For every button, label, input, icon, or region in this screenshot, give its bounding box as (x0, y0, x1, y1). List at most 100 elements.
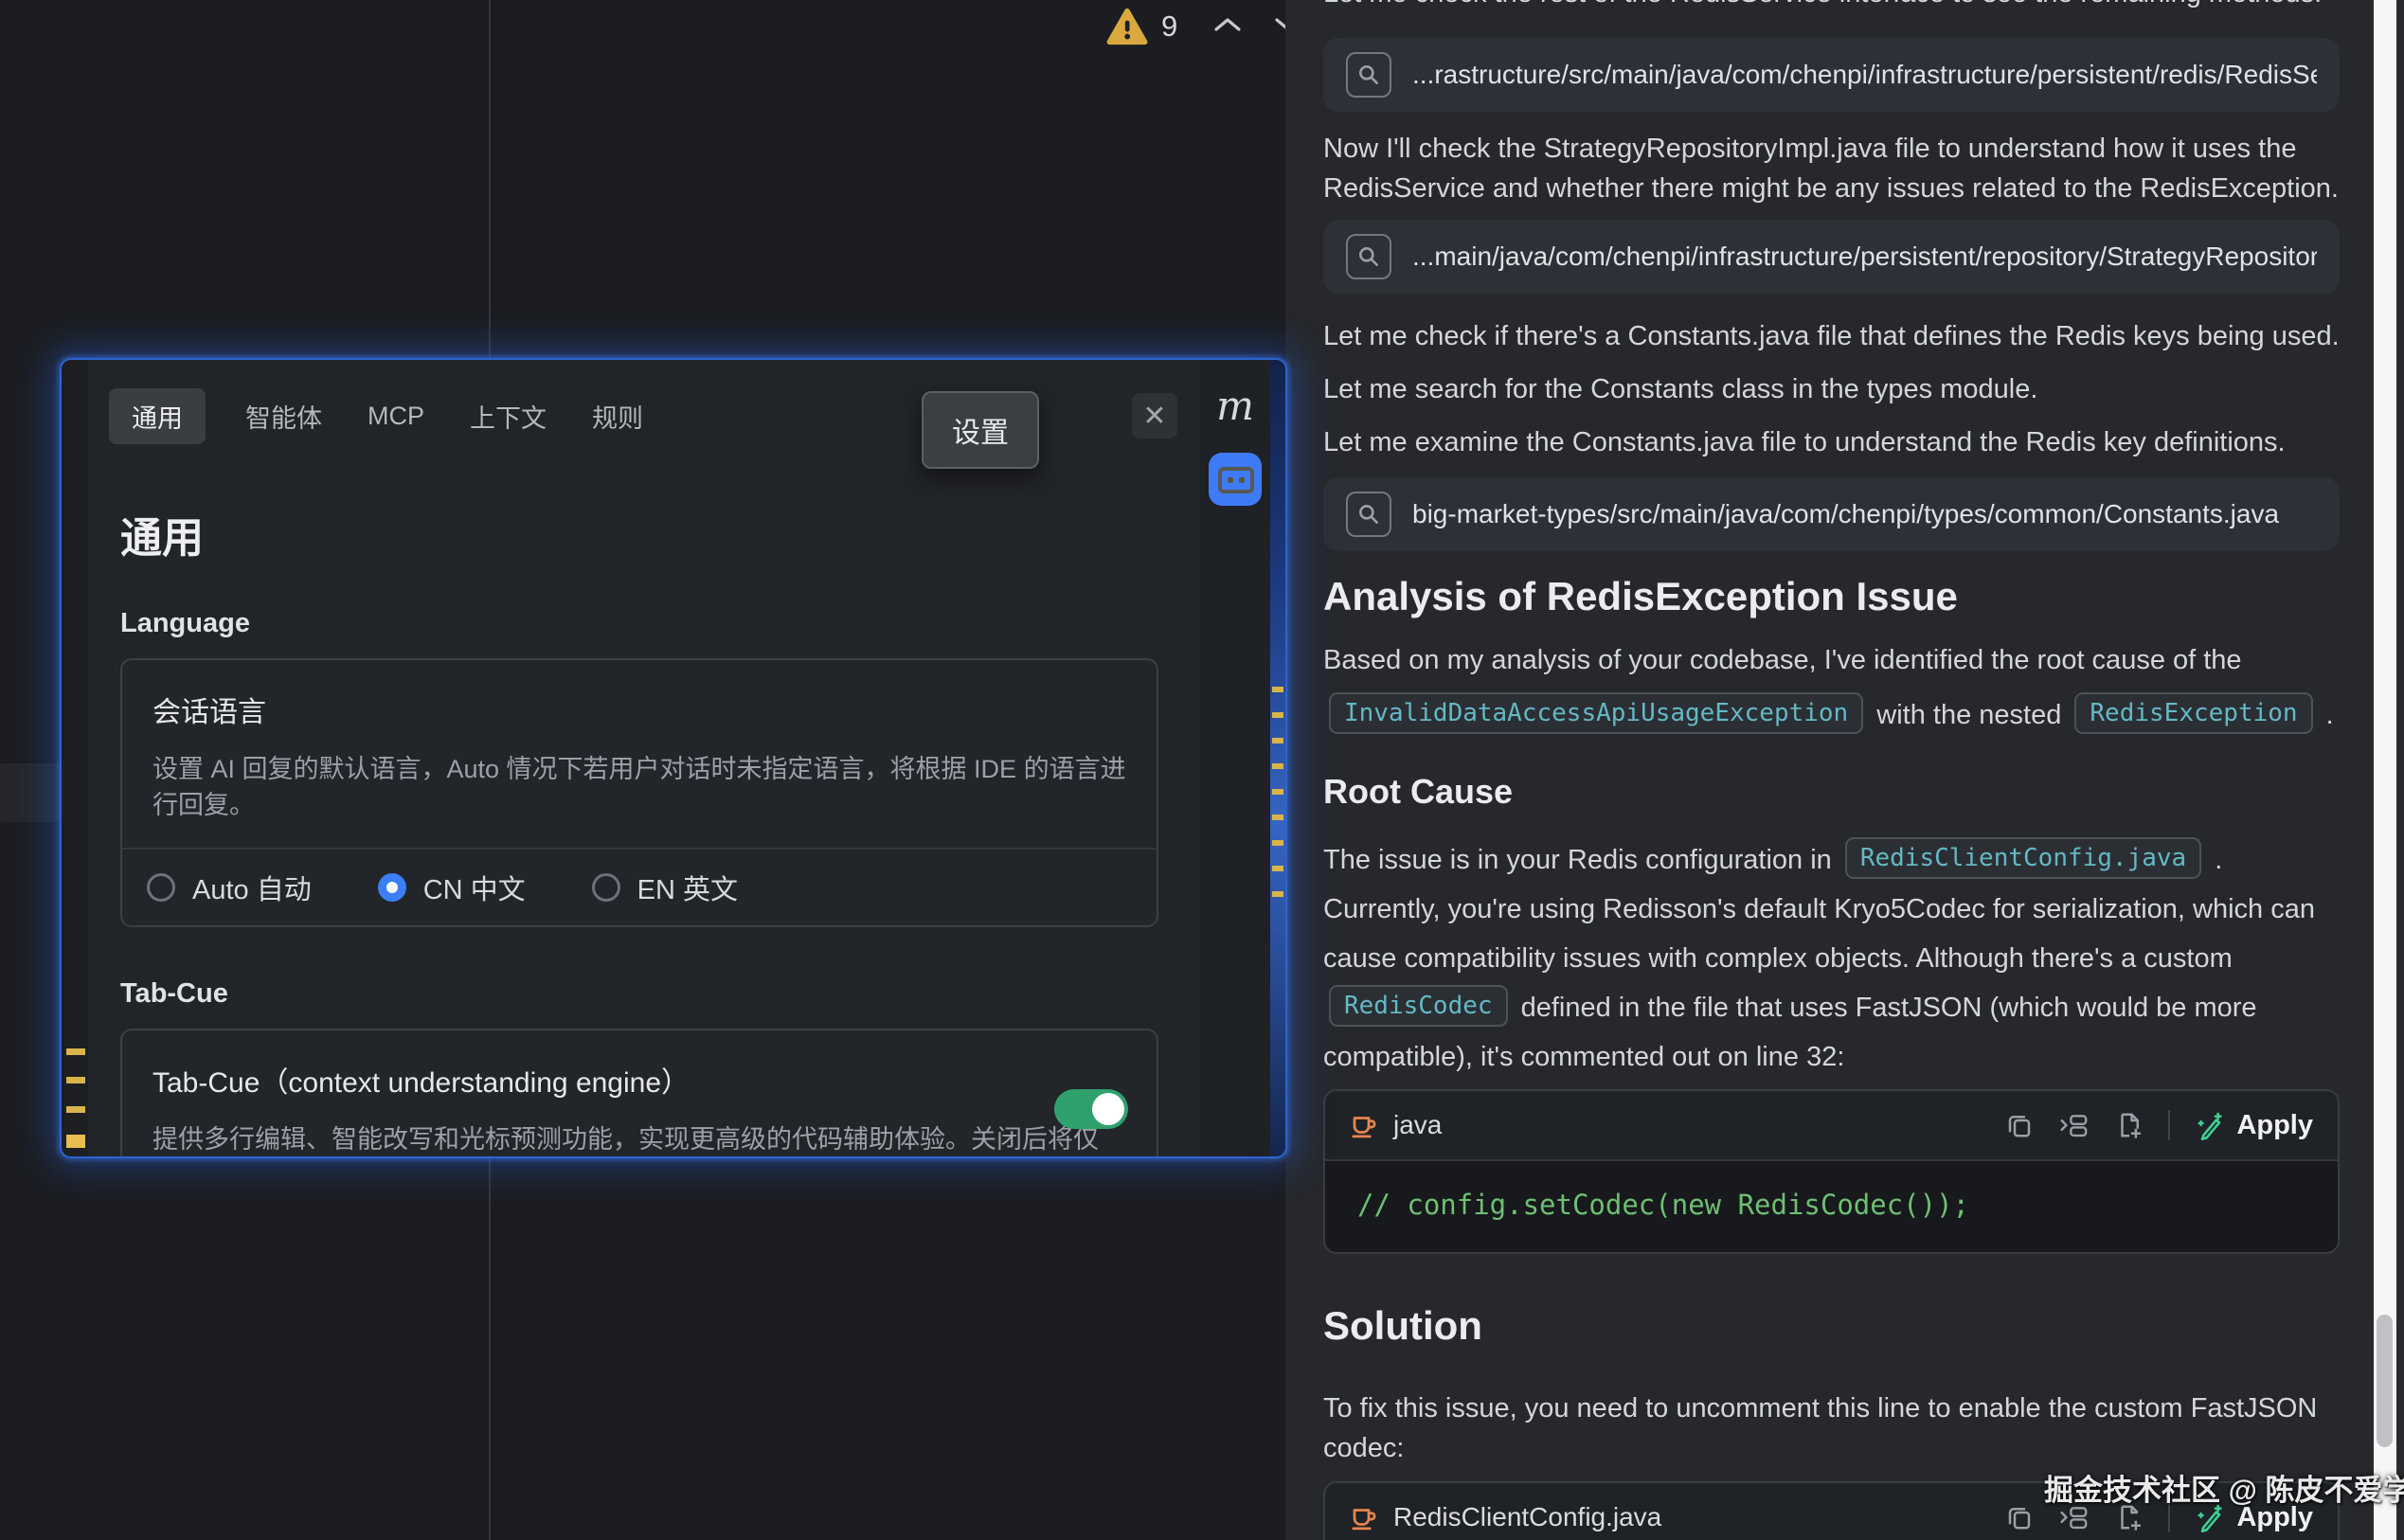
warning-mark (1272, 763, 1283, 769)
window-right-edge (2396, 0, 2404, 1540)
java-icon (1350, 1111, 1378, 1139)
session-language-title: 会话语言 (152, 689, 1126, 730)
radio-en[interactable]: EN 英文 (592, 868, 738, 907)
close-icon[interactable]: ✕ (1132, 393, 1177, 439)
robot-face-icon (1218, 467, 1254, 493)
apply-label: Apply (2236, 1110, 2313, 1141)
file-result-chip[interactable]: big-market-types/src/main/java/com/chenp… (1323, 477, 2340, 551)
editor-highlight-band (0, 763, 60, 822)
settings-tooltip-button[interactable]: 设置 (922, 391, 1039, 469)
copy-icon[interactable] (2005, 1111, 2034, 1139)
search-icon (1346, 492, 1391, 537)
editor-scrollbar-glow (1270, 360, 1285, 1156)
radio-label: Auto 自动 (192, 868, 312, 907)
chat-paragraph: Let me search for the Constants class in… (1323, 369, 2340, 409)
problems-widget: 9 (1106, 8, 1312, 45)
java-icon (1350, 1503, 1378, 1531)
radio-circle (147, 873, 175, 902)
insert-to-editor-icon[interactable] (2058, 1111, 2090, 1139)
chat-paragraph: Let me check if there's a Constants.java… (1323, 316, 2340, 356)
inline-code-chip: RedisException (2074, 692, 2312, 734)
chat-paragraph: Based on my analysis of your codebase, I… (1323, 633, 2340, 743)
file-path: big-market-types/src/main/java/com/chenp… (1412, 499, 2279, 529)
warning-mark (1272, 789, 1283, 795)
file-path: ...main/java/com/chenpi/infrastructure/p… (1412, 242, 2317, 272)
text-run: Based on my analysis of your codebase, I… (1323, 645, 2242, 675)
apply-button[interactable]: Apply (2195, 1110, 2313, 1141)
tab-agent[interactable]: 智能体 (240, 388, 328, 444)
dialog-left-gutter (62, 360, 88, 1156)
warning-icon (1106, 8, 1148, 45)
chat-paragraph: To fix this issue, you need to uncomment… (1323, 1388, 2340, 1468)
radio-cn[interactable]: CN 中文 (378, 868, 526, 907)
warning-mark (1272, 866, 1283, 871)
radio-circle (592, 873, 620, 902)
warning-mark (66, 1106, 85, 1113)
session-language-card: 会话语言 设置 AI 回复的默认语言，Auto 情况下若用户对话时未指定语言，将… (120, 658, 1158, 927)
tab-general[interactable]: 通用 (109, 388, 206, 444)
chat-paragraph: The issue is in your Redis configuration… (1323, 835, 2340, 1082)
chat-scrollbar-track (2374, 0, 2396, 1540)
code-block-java: java (1323, 1089, 2340, 1254)
tabcue-title: Tab-Cue（context understanding engine） (152, 1059, 1126, 1101)
text-run: The issue is in your Redis configuration… (1323, 845, 1839, 875)
code-block-body: // config.setCodec(new RedisCodec()); (1325, 1161, 2338, 1252)
chat-paragraph: Let me examine the Constants.java file t… (1323, 422, 2340, 462)
app-window: 9 Let me check the rest of the RedisServ… (0, 0, 2404, 1540)
tab-context[interactable]: 上下文 (464, 388, 552, 444)
radio-label: CN 中文 (423, 868, 526, 907)
code-line: // config.setCodec(new RedisCodec()); (1357, 1189, 1969, 1221)
tabcue-description: 提供多行编辑、智能改写和光标预测功能，实现更高级的代码辅助体验。关闭后将仅保留基… (152, 1121, 1109, 1158)
analysis-heading: Analysis of RedisException Issue (1323, 572, 2340, 621)
warning-mark (1272, 738, 1283, 743)
text-run: with the nested (1869, 700, 2069, 730)
settings-dialog: 通用 智能体 MCP 上下文 规则 设置 ✕ 通用 Language 会话语言 … (60, 358, 1287, 1158)
file-result-chip[interactable]: ...rastructure/src/main/java/com/chenpi/… (1323, 38, 2340, 112)
tabcue-toggle[interactable] (1054, 1089, 1128, 1129)
warning-mark (66, 1048, 85, 1055)
language-section-label: Language (120, 608, 1158, 639)
code-filename-label: RedisClientConfig.java (1393, 1502, 1661, 1532)
radio-circle-selected (378, 873, 406, 902)
prev-problem-button[interactable] (1204, 12, 1251, 42)
dialog-body: 通用 Language 会话语言 设置 AI 回复的默认语言，Auto 情况下若… (88, 491, 1200, 1158)
solution-heading: Solution (1323, 1301, 2340, 1351)
warning-mark (66, 1135, 85, 1148)
chat-paragraph: Now I'll check the StrategyRepositoryImp… (1323, 129, 2340, 208)
ai-chat-panel: Let me check the rest of the RedisServic… (1285, 0, 2374, 1540)
problems-count: 9 (1161, 9, 1177, 44)
tab-mcp[interactable]: MCP (362, 392, 430, 440)
code-block-header: java (1325, 1091, 2338, 1161)
root-cause-heading: Root Cause (1323, 771, 2340, 813)
warning-mark (66, 1077, 85, 1083)
divider (2168, 1110, 2170, 1140)
copy-icon[interactable] (2005, 1503, 2034, 1531)
radio-auto[interactable]: Auto 自动 (147, 868, 312, 907)
warning-mark (1272, 815, 1283, 820)
tab-rules[interactable]: 规则 (586, 388, 649, 444)
code-language-label: java (1393, 1110, 1442, 1140)
inline-code-chip: RedisCodec (1329, 985, 1508, 1027)
inline-code-chip: RedisClientConfig.java (1845, 837, 2201, 879)
search-icon (1346, 52, 1391, 98)
dialog-right-rail: m (1200, 360, 1270, 1156)
chat-paragraph: Let me check the rest of the RedisServic… (1323, 0, 2340, 13)
warning-mark (1272, 687, 1283, 692)
text-run: . (2319, 700, 2334, 730)
language-radio-group: Auto 自动 CN 中文 EN 英文 (122, 850, 1157, 925)
dialog-header: 通用 智能体 MCP 上下文 规则 设置 ✕ (88, 360, 1200, 491)
assistant-logo: m (1200, 383, 1270, 429)
chat-scrollbar-thumb[interactable] (2377, 1315, 2393, 1447)
toggle-knob (1092, 1093, 1124, 1125)
watermark: 掘金技术社区 @ 陈皮不爱学习 (2044, 1466, 2404, 1509)
session-language-description: 设置 AI 回复的默认语言，Auto 情况下若用户对话时未指定语言，将根据 ID… (152, 751, 1126, 823)
apply-wand-icon (2195, 1110, 2225, 1140)
tabcue-section-label: Tab-Cue (120, 978, 1158, 1010)
inline-code-chip: InvalidDataAccessApiUsageException (1329, 692, 1863, 734)
warning-mark (1272, 840, 1283, 846)
new-file-icon[interactable] (2115, 1111, 2144, 1139)
dialog-page-title: 通用 (120, 513, 1158, 564)
file-result-chip[interactable]: ...main/java/com/chenpi/infrastructure/p… (1323, 220, 2340, 294)
file-path: ...rastructure/src/main/java/com/chenpi/… (1412, 60, 2317, 90)
ai-robot-icon[interactable] (1209, 453, 1262, 506)
